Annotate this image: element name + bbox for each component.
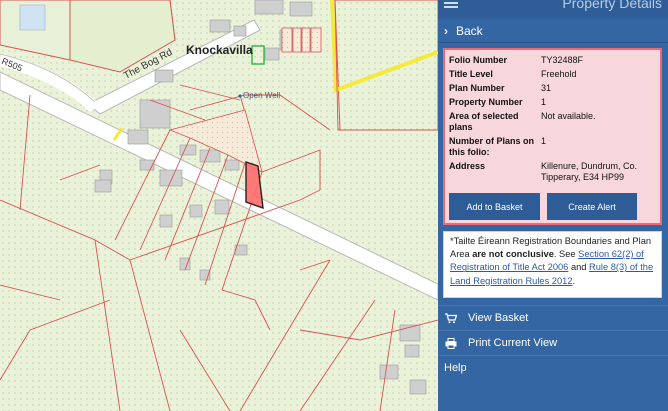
detail-label: Property Number (449, 97, 523, 107)
disclaimer-emphasis: are not conclusive (472, 249, 554, 260)
detail-row: Title Level Freehold (445, 69, 660, 80)
detail-value: 1 (541, 136, 547, 146)
detail-label: Plan Number (449, 83, 505, 93)
property-details-panel: Property Details › Back Folio Number TY3… (438, 0, 668, 411)
detail-value: 1 (541, 97, 547, 107)
detail-row: Plan Number 31 (445, 83, 660, 94)
detail-value: Killenure, Dundrum, Co. Tipperary, E34 H… (541, 161, 638, 182)
chevron-right-icon: › (444, 23, 448, 38)
map-canvas[interactable] (0, 0, 438, 411)
panel-title: Property Details (562, 0, 662, 11)
detail-value: Freehold (541, 69, 577, 79)
print-current-view-button[interactable]: Print Current View (438, 330, 668, 355)
detail-row: Area of selected plans Not available. (445, 111, 660, 133)
view-basket-label: View Basket (468, 312, 529, 324)
detail-value: Not available. (541, 111, 596, 121)
detail-row: Number of Plans on this folio: 1 (445, 136, 660, 158)
detail-label: Folio Number (449, 55, 507, 65)
create-alert-button[interactable]: Create Alert (547, 193, 637, 220)
detail-row: Folio Number TY32488F (445, 55, 660, 66)
add-to-basket-button[interactable]: Add to Basket (449, 193, 540, 220)
cart-icon (444, 312, 458, 324)
detail-label: Title Level (449, 69, 493, 79)
detail-value: TY32488F (541, 55, 584, 65)
print-current-view-label: Print Current View (468, 337, 558, 349)
hamburger-menu-icon[interactable] (444, 0, 458, 12)
feature-label: Open Well (243, 91, 281, 100)
disclaimer-text: . (572, 275, 576, 286)
detail-label: Address (449, 161, 486, 171)
map-view[interactable]: Knockavilla The Bog Rd R505 Open Well (0, 0, 438, 411)
help-label: Help (444, 362, 467, 374)
detail-value: 31 (541, 83, 552, 93)
detail-row: Address Killenure, Dundrum, Co. Tipperar… (445, 161, 660, 183)
back-label: Back (456, 23, 483, 38)
detail-label: Area of selected plans (449, 111, 519, 132)
panel-header: Property Details (438, 0, 668, 19)
view-basket-button[interactable]: View Basket (438, 305, 668, 330)
printer-icon (444, 337, 458, 349)
detail-row: Property Number 1 (445, 97, 660, 108)
town-label: Knockavilla (186, 43, 253, 57)
help-button[interactable]: Help (438, 355, 668, 380)
disclaimer-text: and (568, 262, 590, 273)
disclaimer-text: . See (553, 249, 579, 260)
detail-label: Number of Plans on this folio: (449, 136, 535, 157)
back-button[interactable]: › Back (438, 19, 668, 43)
disclaimer-box: *Tailte Éireann Registration Boundaries … (443, 231, 662, 298)
property-details-card: Folio Number TY32488F Title Level Freeho… (443, 48, 662, 225)
